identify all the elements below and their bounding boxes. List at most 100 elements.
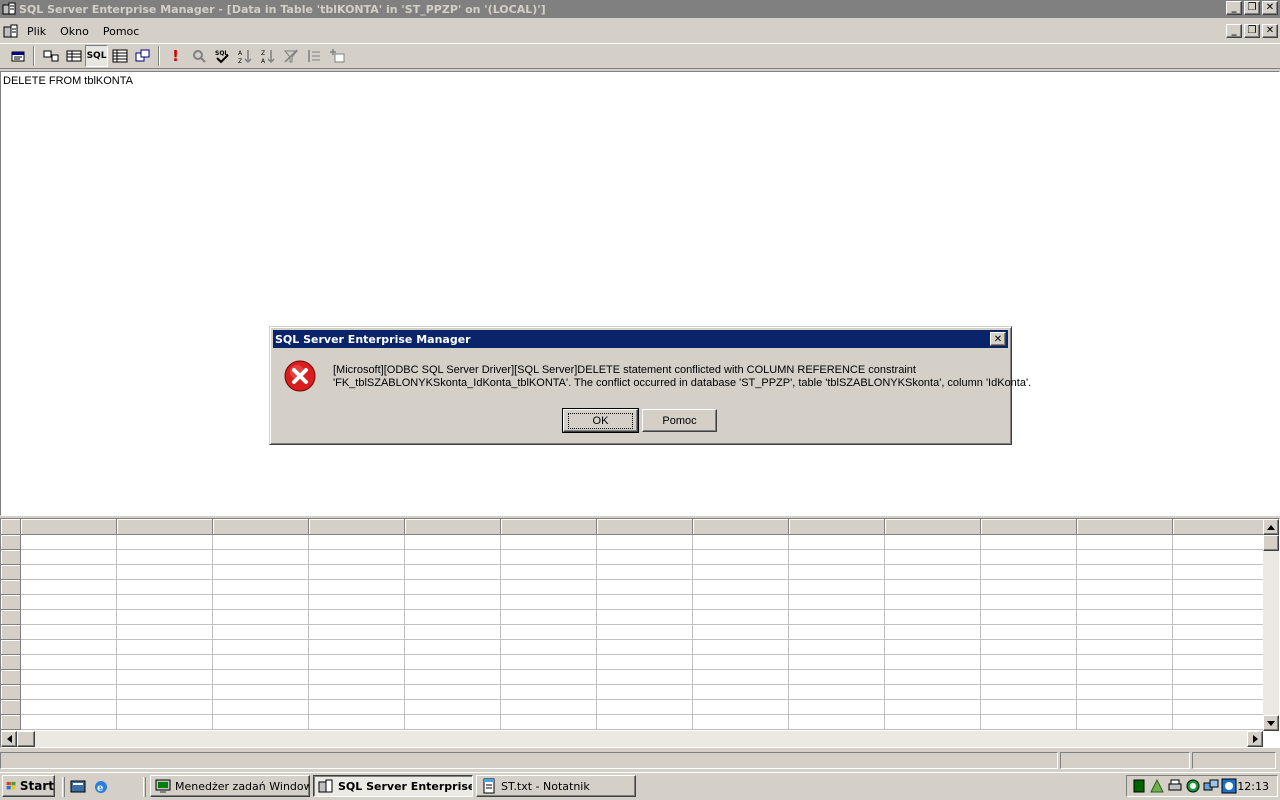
table-cell[interactable] <box>21 580 117 595</box>
dialog-close-button[interactable]: ✕ <box>990 332 1006 346</box>
taskbar-grip[interactable] <box>143 777 146 797</box>
table-cell[interactable] <box>21 655 117 670</box>
table-cell[interactable] <box>981 580 1077 595</box>
table-row[interactable] <box>1 550 1269 565</box>
sql-pane-button[interactable]: SQL <box>85 45 108 67</box>
table-cell[interactable] <box>501 670 597 685</box>
table-row[interactable] <box>1 655 1269 670</box>
table-cell[interactable] <box>117 670 213 685</box>
table-cell[interactable] <box>789 535 885 550</box>
table-cell[interactable] <box>405 655 501 670</box>
row-selector[interactable] <box>1 565 21 580</box>
table-cell[interactable] <box>597 670 693 685</box>
table-cell[interactable] <box>501 685 597 700</box>
table-row[interactable] <box>1 685 1269 700</box>
table-cell[interactable] <box>693 550 789 565</box>
internet-explorer-icon[interactable]: e <box>93 779 109 795</box>
table-cell[interactable] <box>693 625 789 640</box>
results-pane-button[interactable] <box>108 45 131 67</box>
table-cell[interactable] <box>789 715 885 730</box>
table-cell[interactable] <box>213 655 309 670</box>
table-cell[interactable] <box>213 640 309 655</box>
table-cell[interactable] <box>117 595 213 610</box>
grid-column-header[interactable] <box>309 519 405 535</box>
table-cell[interactable] <box>693 595 789 610</box>
network-icon[interactable] <box>1149 778 1165 794</box>
table-cell[interactable] <box>693 685 789 700</box>
grid-column-header[interactable] <box>885 519 981 535</box>
clock[interactable]: 12:13 <box>1237 780 1269 793</box>
table-cell[interactable] <box>789 610 885 625</box>
table-cell[interactable] <box>981 640 1077 655</box>
scroll-left-button[interactable] <box>1 731 17 747</box>
table-cell[interactable] <box>501 565 597 580</box>
table-cell[interactable] <box>21 565 117 580</box>
grid-column-header[interactable] <box>789 519 885 535</box>
table-cell[interactable] <box>21 595 117 610</box>
table-cell[interactable] <box>789 655 885 670</box>
table-cell[interactable] <box>693 655 789 670</box>
table-cell[interactable] <box>789 640 885 655</box>
table-cell[interactable] <box>693 700 789 715</box>
table-cell[interactable] <box>885 715 981 730</box>
restore-button[interactable]: ❐ <box>1244 1 1260 15</box>
table-cell[interactable] <box>885 685 981 700</box>
table-cell[interactable] <box>1173 655 1269 670</box>
table-cell[interactable] <box>1173 535 1269 550</box>
table-cell[interactable] <box>213 595 309 610</box>
table-cell[interactable] <box>1173 670 1269 685</box>
table-cell[interactable] <box>405 610 501 625</box>
table-cell[interactable] <box>981 610 1077 625</box>
sort-descending-button[interactable]: ZA <box>256 45 279 67</box>
table-row[interactable] <box>1 595 1269 610</box>
table-cell[interactable] <box>501 610 597 625</box>
table-cell[interactable] <box>309 535 405 550</box>
table-cell[interactable] <box>885 670 981 685</box>
table-cell[interactable] <box>405 595 501 610</box>
table-cell[interactable] <box>789 670 885 685</box>
results-grid[interactable] <box>0 518 1280 748</box>
table-cell[interactable] <box>405 685 501 700</box>
table-cell[interactable] <box>309 610 405 625</box>
table-cell[interactable] <box>885 565 981 580</box>
table-cell[interactable] <box>885 550 981 565</box>
table-row[interactable] <box>1 580 1269 595</box>
table-cell[interactable] <box>117 625 213 640</box>
table-cell[interactable] <box>1173 580 1269 595</box>
table-cell[interactable] <box>597 700 693 715</box>
antivirus-icon[interactable] <box>1185 778 1201 794</box>
table-cell[interactable] <box>885 640 981 655</box>
table-cell[interactable] <box>1173 640 1269 655</box>
table-cell[interactable] <box>213 535 309 550</box>
table-cell[interactable] <box>309 655 405 670</box>
grid-column-header[interactable] <box>501 519 597 535</box>
grid-column-header[interactable] <box>21 519 117 535</box>
table-row[interactable] <box>1 535 1269 550</box>
table-cell[interactable] <box>981 550 1077 565</box>
sql-pane[interactable]: DELETE FROM tblKONTA <box>0 71 1280 516</box>
sort-ascending-button[interactable]: AZ <box>233 45 256 67</box>
group-by-button[interactable] <box>302 45 325 67</box>
add-table-button[interactable] <box>325 45 348 67</box>
table-cell[interactable] <box>21 685 117 700</box>
table-cell[interactable] <box>1077 580 1173 595</box>
task-button-task-manager[interactable]: Menedżer zadań Windows <box>150 775 310 797</box>
table-row[interactable] <box>1 715 1269 730</box>
row-selector[interactable] <box>1 595 21 610</box>
table-cell[interactable] <box>981 595 1077 610</box>
table-cell[interactable] <box>981 625 1077 640</box>
table-cell[interactable] <box>309 715 405 730</box>
table-cell[interactable] <box>117 700 213 715</box>
row-selector[interactable] <box>1 685 21 700</box>
table-cell[interactable] <box>693 535 789 550</box>
vertical-scroll-thumb[interactable] <box>1263 535 1279 551</box>
table-cell[interactable] <box>597 655 693 670</box>
row-selector[interactable] <box>1 640 21 655</box>
table-cell[interactable] <box>597 535 693 550</box>
table-cell[interactable] <box>309 700 405 715</box>
table-cell[interactable] <box>885 535 981 550</box>
table-cell[interactable] <box>309 685 405 700</box>
table-cell[interactable] <box>21 625 117 640</box>
ok-button[interactable]: OK <box>562 408 639 433</box>
table-cell[interactable] <box>117 580 213 595</box>
